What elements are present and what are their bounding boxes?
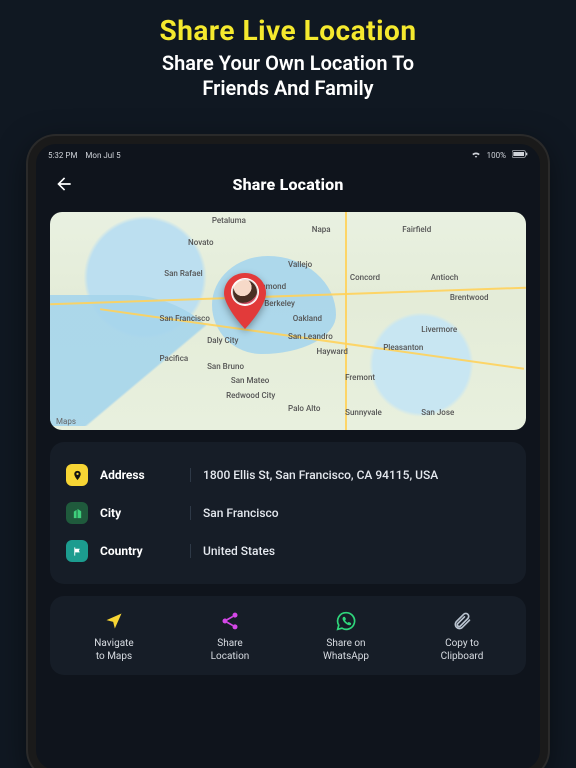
map-view[interactable]: Petaluma Novato Napa Fairfield San Rafae… (50, 212, 526, 430)
building-icon (72, 508, 83, 519)
status-left: 5:32 PM Mon Jul 5 (48, 151, 121, 160)
map-city-label: Petaluma (212, 216, 246, 225)
promo-subtitle: Share Your Own Location To Friends And F… (20, 51, 556, 101)
info-label: City (100, 506, 178, 520)
map-city-label: Berkeley (264, 299, 295, 308)
info-value: United States (203, 544, 275, 558)
map-attribution: Maps (56, 417, 76, 426)
promo-header: Share Live Location Share Your Own Locat… (0, 0, 576, 109)
map-city-label: San Mateo (231, 376, 269, 385)
map-city-label: Hayward (317, 347, 348, 356)
status-bar: 5:32 PM Mon Jul 5 100% (36, 144, 540, 160)
map-city-label: Vallejo (288, 260, 312, 269)
map-city-label: Palo Alto (288, 404, 320, 413)
location-pin[interactable] (223, 273, 267, 329)
action-bar: Navigate to Maps Share Location Share on… (50, 596, 526, 675)
action-label: Navigate to Maps (94, 638, 133, 663)
separator (190, 544, 191, 558)
map-city-label: Oakland (293, 314, 322, 323)
info-value: San Francisco (203, 506, 279, 520)
map-city-label: Antioch (431, 273, 459, 282)
map-city-label: Fremont (345, 373, 375, 382)
map-city-label: Fairfield (402, 225, 431, 234)
map-city-label: San Jose (421, 408, 454, 417)
map-city-label: Livermore (421, 325, 457, 334)
action-label: Share Location (211, 638, 250, 663)
map-city-label: San Leandro (288, 332, 333, 341)
share-icon (219, 610, 241, 632)
avatar (232, 279, 258, 305)
status-right: 100% (471, 150, 528, 160)
status-date: Mon Jul 5 (85, 151, 120, 160)
country-icon (66, 540, 88, 562)
action-label: Share on WhatsApp (323, 638, 369, 663)
navigate-maps-button[interactable]: Navigate to Maps (56, 610, 172, 663)
info-row-city: City San Francisco (66, 494, 510, 532)
separator (190, 468, 191, 482)
flag-icon (72, 546, 83, 557)
battery-icon (512, 150, 528, 160)
page-title: Share Location (36, 175, 540, 194)
back-button[interactable] (50, 170, 78, 198)
arrow-left-icon (54, 174, 74, 194)
separator (190, 506, 191, 520)
info-row-country: Country United States (66, 532, 510, 570)
action-label: Copy to Clipboard (441, 638, 484, 663)
map-city-label: San Bruno (207, 362, 244, 371)
map-city-label: Brentwood (450, 293, 489, 302)
map-city-label: Sunnyvale (345, 408, 382, 417)
promo-title: Share Live Location (20, 14, 556, 47)
status-time: 5:32 PM (48, 151, 77, 160)
map-city-label: Concord (350, 273, 380, 282)
pin-small-icon (72, 470, 83, 481)
map-city-label: Napa (312, 225, 331, 234)
info-label: Country (100, 544, 178, 558)
info-value: 1800 Ellis St, San Francisco, CA 94115, … (203, 468, 438, 482)
paperclip-icon (451, 610, 473, 632)
map-city-label: Pleasanton (383, 343, 423, 352)
share-location-button[interactable]: Share Location (172, 610, 288, 663)
map-city-label: Pacifica (159, 354, 188, 363)
info-label: Address (100, 468, 178, 482)
map-city-label: Redwood City (226, 391, 275, 400)
city-icon (66, 502, 88, 524)
navigate-icon (103, 610, 125, 632)
share-whatsapp-button[interactable]: Share on WhatsApp (288, 610, 404, 663)
info-row-address: Address 1800 Ellis St, San Francisco, CA… (66, 456, 510, 494)
location-info-card: Address 1800 Ellis St, San Francisco, CA… (50, 442, 526, 584)
map-city-label: Daly City (207, 336, 238, 345)
map-city-label: Novato (188, 238, 214, 247)
map-road (345, 212, 347, 430)
nav-bar: Share Location (36, 160, 540, 212)
address-icon (66, 464, 88, 486)
tablet-frame: 5:32 PM Mon Jul 5 100% Share Location (28, 136, 548, 768)
status-battery-text: 100% (487, 151, 506, 160)
whatsapp-icon (335, 610, 357, 632)
map-city-label: San Rafael (164, 269, 202, 278)
content: Petaluma Novato Napa Fairfield San Rafae… (36, 212, 540, 689)
copy-clipboard-button[interactable]: Copy to Clipboard (404, 610, 520, 663)
map-city-label: San Francisco (159, 314, 209, 323)
wifi-icon (471, 150, 481, 160)
